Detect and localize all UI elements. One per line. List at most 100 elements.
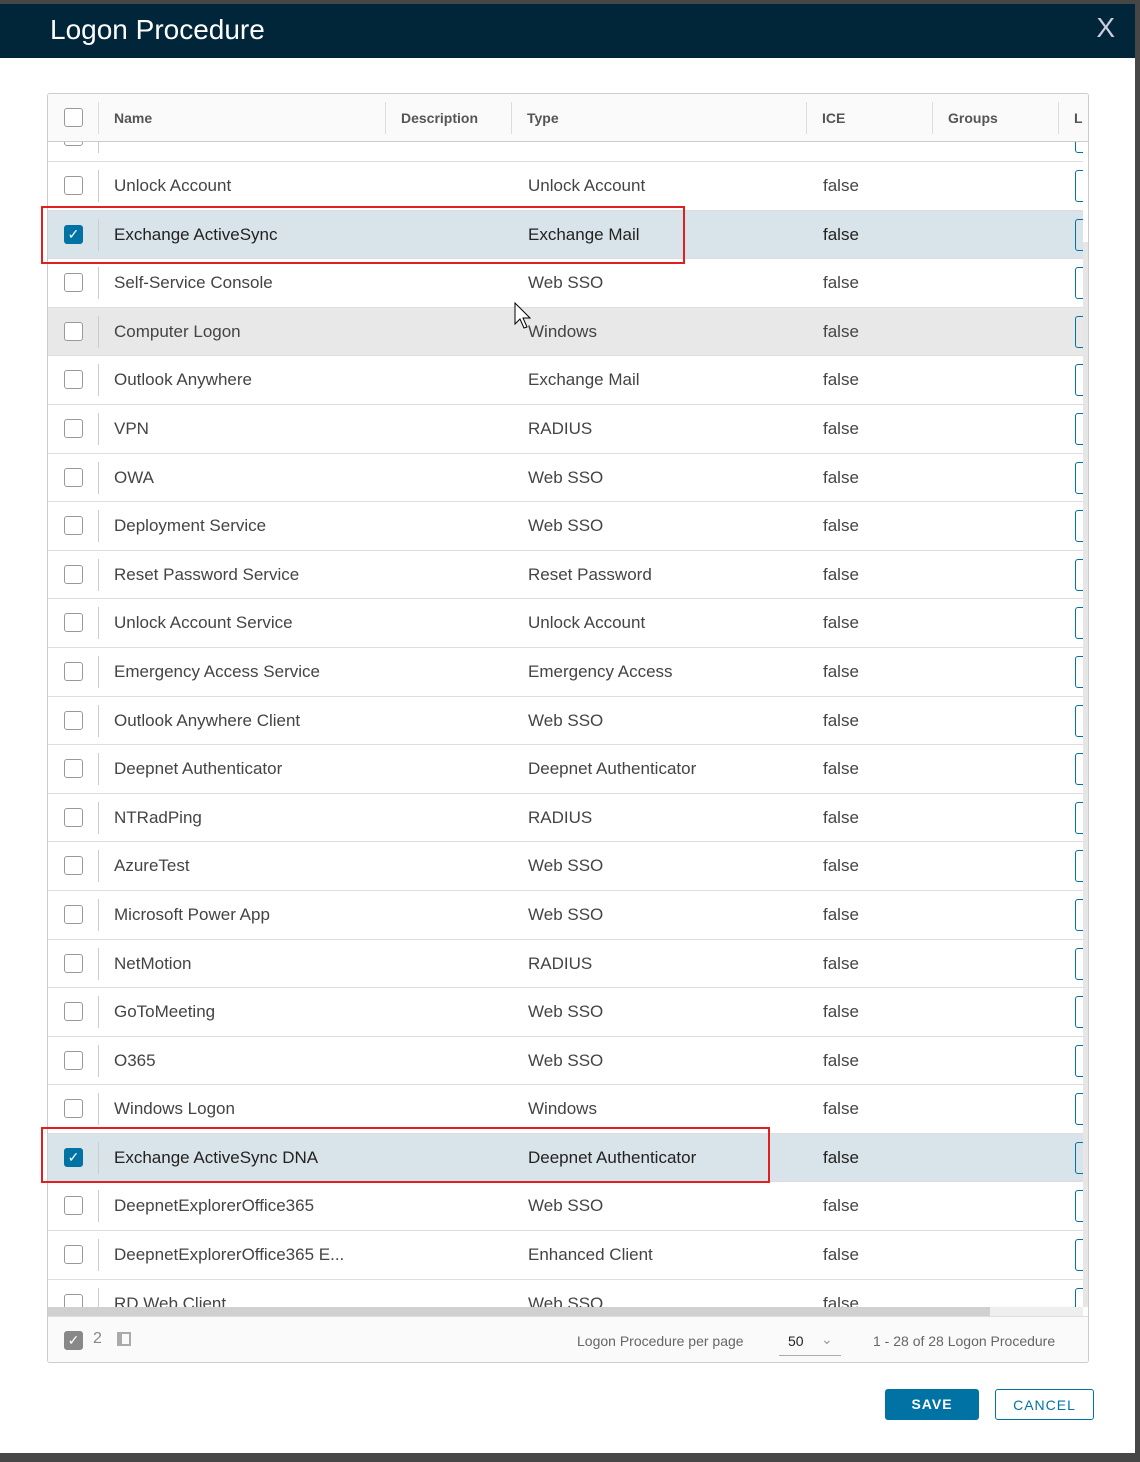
table-row[interactable]: Microsoft Power App Web SSO false — [48, 891, 1083, 940]
row-checkbox[interactable] — [64, 759, 83, 779]
table-row[interactable]: OWA Web SSO false — [48, 454, 1083, 503]
row-ice: false — [823, 1099, 859, 1119]
table-row[interactable]: Emergency Access Service Emergency Acces… — [48, 648, 1083, 697]
table-row[interactable]: Reset Password Service Reset Password fa… — [48, 551, 1083, 600]
row-action-button[interactable] — [1075, 996, 1083, 1029]
row-checkbox[interactable] — [64, 273, 83, 293]
row-name: Microsoft Power App — [114, 904, 270, 924]
selected-count-checkbox-icon: ✓ — [64, 1331, 83, 1350]
row-action-button[interactable] — [1075, 898, 1083, 931]
table-row[interactable]: Outlook Anywhere Exchange Mail false — [48, 356, 1083, 405]
table-row[interactable]: Deployment Service Web SSO false — [48, 502, 1083, 551]
table-row[interactable]: AzureTest Web SSO false — [48, 842, 1083, 891]
table-row[interactable]: Computer Logon Windows false — [48, 307, 1083, 357]
column-toggle-icon[interactable] — [117, 1332, 131, 1346]
column-name[interactable]: Name — [114, 110, 152, 126]
row-checkbox[interactable] — [64, 142, 83, 147]
row-checkbox[interactable] — [64, 1050, 83, 1070]
table-row[interactable]: NetMotion RADIUS false — [48, 940, 1083, 989]
row-name: Deepnet Authenticator — [114, 759, 283, 779]
row-checkbox[interactable] — [64, 661, 83, 681]
table-row[interactable] — [48, 142, 1083, 162]
row-checkbox[interactable] — [64, 904, 83, 924]
row-checkbox[interactable] — [64, 1196, 83, 1216]
close-icon[interactable]: X — [1096, 12, 1115, 44]
row-action-button[interactable] — [1075, 1287, 1083, 1307]
row-checkbox[interactable] — [64, 467, 83, 487]
selected-count: 2 — [93, 1330, 102, 1347]
select-all-checkbox[interactable] — [64, 108, 83, 127]
table-row[interactable]: Outlook Anywhere Client Web SSO false — [48, 697, 1083, 746]
row-checkbox[interactable] — [64, 321, 83, 341]
table-row[interactable]: GoToMeeting Web SSO false — [48, 988, 1083, 1037]
row-action-button[interactable] — [1075, 607, 1083, 640]
row-action-button[interactable] — [1075, 170, 1083, 202]
table-row[interactable]: O365 Web SSO false — [48, 1037, 1083, 1086]
row-action-button[interactable] — [1075, 1044, 1083, 1077]
row-name: GoToMeeting — [114, 1002, 216, 1022]
highlight-box-exchange-activesync — [41, 206, 685, 264]
table-row[interactable]: DeepnetExplorerOffice365 E... Enhanced C… — [48, 1231, 1083, 1280]
row-action-button[interactable] — [1075, 364, 1083, 397]
row-checkbox[interactable] — [64, 953, 83, 973]
row-action-button[interactable] — [1075, 1190, 1083, 1223]
table-row[interactable]: RD Web Client Web SSO false — [48, 1280, 1083, 1307]
column-type[interactable]: Type — [527, 110, 559, 126]
row-ice: false — [823, 1196, 859, 1216]
row-action-button[interactable] — [1075, 461, 1083, 494]
row-name: Deployment Service — [114, 516, 267, 536]
row-checkbox[interactable] — [64, 710, 83, 730]
save-button[interactable]: SAVE — [885, 1389, 979, 1420]
column-l[interactable]: L — [1074, 110, 1083, 126]
row-checkbox[interactable] — [64, 564, 83, 584]
row-name: Emergency Access Service — [114, 661, 320, 681]
row-action-button[interactable] — [1075, 801, 1083, 834]
row-action-button[interactable] — [1075, 850, 1083, 883]
row-action-button[interactable] — [1075, 412, 1083, 445]
row-checkbox[interactable] — [64, 1099, 83, 1119]
row-ice: false — [823, 321, 859, 341]
row-action-button[interactable] — [1075, 558, 1083, 591]
row-action-button[interactable] — [1075, 1093, 1083, 1126]
row-checkbox[interactable] — [64, 1245, 83, 1265]
row-action-button[interactable] — [1075, 655, 1083, 688]
table-row[interactable]: DeepnetExplorerOffice365 Web SSO false — [48, 1182, 1083, 1232]
horizontal-scrollbar-thumb[interactable] — [48, 1307, 990, 1316]
row-action-button[interactable] — [1075, 142, 1083, 154]
row-action-button[interactable] — [1075, 267, 1083, 300]
table-row[interactable]: Unlock Account Service Unlock Account fa… — [48, 599, 1083, 648]
row-action-button[interactable] — [1075, 947, 1083, 980]
horizontal-scrollbar[interactable] — [48, 1307, 1083, 1316]
column-ice[interactable]: ICE — [822, 110, 845, 126]
per-page-select[interactable]: 50 ⌄ — [779, 1327, 841, 1356]
row-type: Web SSO — [528, 1293, 604, 1307]
column-groups[interactable]: Groups — [948, 110, 998, 126]
row-checkbox[interactable] — [64, 613, 83, 633]
row-name: Self-Service Console — [114, 273, 273, 293]
table-row[interactable]: Self-Service Console Web SSO false — [48, 259, 1083, 308]
row-ice: false — [823, 467, 859, 487]
row-checkbox[interactable] — [64, 516, 83, 536]
row-checkbox[interactable] — [64, 807, 83, 827]
row-checkbox[interactable] — [64, 856, 83, 876]
row-action-button[interactable] — [1075, 1141, 1083, 1174]
row-action-button[interactable] — [1075, 753, 1083, 786]
table-row[interactable]: Deepnet Authenticator Deepnet Authentica… — [48, 745, 1083, 794]
row-action-button[interactable] — [1075, 315, 1083, 348]
column-description[interactable]: Description — [401, 110, 478, 126]
table-row[interactable]: NTRadPing RADIUS false — [48, 794, 1083, 843]
row-checkbox[interactable] — [64, 418, 83, 438]
row-checkbox[interactable] — [64, 176, 83, 195]
row-action-button[interactable] — [1075, 218, 1083, 251]
table-row[interactable]: VPN RADIUS false — [48, 405, 1083, 454]
cancel-button[interactable]: CANCEL — [995, 1389, 1094, 1420]
row-checkbox[interactable] — [64, 370, 83, 390]
row-action-button[interactable] — [1075, 1239, 1083, 1272]
row-name: O365 — [114, 1050, 156, 1070]
row-action-button[interactable] — [1075, 510, 1083, 543]
row-checkbox[interactable] — [64, 1002, 83, 1022]
row-checkbox[interactable] — [64, 1293, 83, 1307]
table-row[interactable]: Unlock Account Unlock Account false — [48, 162, 1083, 211]
row-action-button[interactable] — [1075, 704, 1083, 737]
vertical-scrollbar[interactable] — [1083, 242, 1088, 1307]
